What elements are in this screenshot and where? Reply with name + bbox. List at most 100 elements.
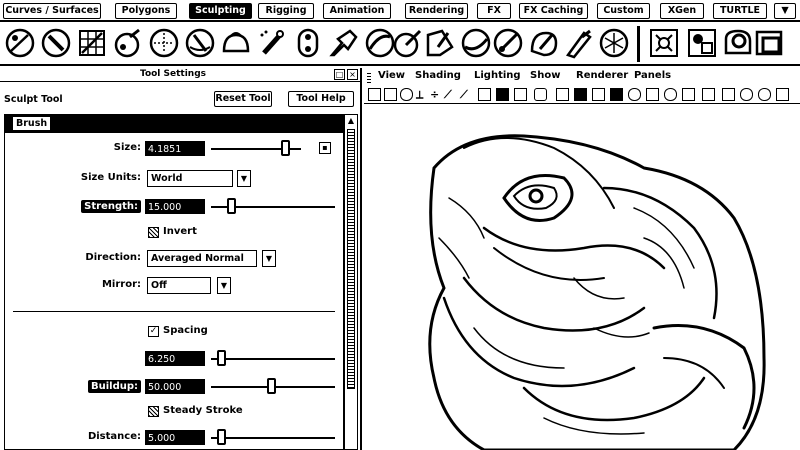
foamy-brush-icon[interactable] — [220, 27, 252, 59]
brush-section-header[interactable]: Brush — [5, 115, 343, 133]
safe-title-icon[interactable] — [534, 88, 547, 101]
smear-brush-icon[interactable] — [492, 27, 524, 59]
reset-tool-button[interactable]: Reset Tool — [214, 91, 272, 107]
use-all-lights-icon[interactable] — [628, 88, 641, 101]
motion-blur-icon[interactable] — [758, 88, 771, 101]
size-lock-icon[interactable]: ▪ — [319, 142, 331, 154]
wireframe-on-shaded-icon[interactable] — [592, 88, 605, 101]
wireframe-icon[interactable] — [556, 88, 569, 101]
spacing-slider-handle[interactable] — [217, 350, 226, 366]
imprint-brush-icon[interactable] — [328, 27, 360, 59]
isolate-select-icon[interactable] — [722, 88, 735, 101]
strength-slider-handle[interactable] — [227, 198, 236, 214]
float-icon[interactable]: □ — [334, 69, 345, 80]
buildup-field[interactable]: 50.000 — [145, 379, 205, 394]
spacing-field[interactable]: 6.250 — [145, 351, 205, 366]
direction-dropdown[interactable]: Averaged Normal — [147, 250, 257, 267]
amplify-brush-icon[interactable] — [564, 27, 596, 59]
sculpted-model[interactable] — [404, 128, 794, 450]
distance-field[interactable]: 5.000 — [145, 430, 205, 445]
anti-aliasing-icon[interactable] — [776, 88, 789, 101]
field-chart-icon[interactable] — [496, 88, 509, 101]
mask-tool-icon[interactable] — [686, 27, 718, 59]
tab-fx-caching[interactable]: FX Caching — [519, 3, 588, 19]
scroll-thumb[interactable] — [347, 129, 355, 389]
pinch-brush-icon[interactable] — [148, 27, 180, 59]
invert-checkbox[interactable] — [148, 227, 159, 238]
xray-joints-icon[interactable] — [682, 88, 695, 101]
size-label: Size: — [113, 142, 141, 153]
relax-brush-icon[interactable] — [76, 27, 108, 59]
scrape-brush-icon[interactable] — [392, 27, 424, 59]
spacing-checkbox[interactable]: ✓ — [148, 326, 159, 337]
image-plane-icon[interactable]: ⟂ — [416, 88, 429, 101]
menu-panels[interactable]: Panels — [634, 70, 671, 81]
direction-label: Direction: — [85, 252, 141, 263]
size-units-arrow-icon[interactable]: ▼ — [237, 170, 251, 187]
steady-stroke-checkbox[interactable] — [148, 406, 159, 417]
tab-fx[interactable]: FX — [477, 3, 511, 19]
distance-slider-track[interactable] — [211, 437, 335, 439]
tab-custom[interactable]: Custom — [597, 3, 650, 19]
safe-action-icon[interactable] — [514, 88, 527, 101]
tab-sculpting[interactable]: Sculpting — [189, 3, 252, 19]
menu-shading[interactable]: Shading — [415, 70, 461, 81]
size-units-label: Size Units: — [80, 172, 141, 183]
tab-xgen[interactable]: XGen — [660, 3, 704, 19]
grab-brush-icon[interactable] — [112, 27, 144, 59]
smooth-shade-icon[interactable] — [574, 88, 587, 101]
direction-arrow-icon[interactable]: ▼ — [262, 250, 276, 267]
tab-turtle[interactable]: TURTLE — [713, 3, 767, 19]
xray-icon[interactable] — [664, 88, 677, 101]
select-camera-icon[interactable] — [368, 88, 381, 101]
camera-attributes-icon[interactable] — [384, 88, 397, 101]
tool-help-button[interactable]: Tool Help — [288, 91, 354, 107]
smooth-brush-icon[interactable] — [40, 27, 72, 59]
scroll-up-icon[interactable]: ▲ — [346, 116, 356, 126]
spacing-slider-track[interactable] — [211, 358, 335, 360]
size-units-dropdown[interactable]: World — [147, 170, 233, 187]
bulge-brush-icon[interactable] — [528, 27, 560, 59]
shadows-icon[interactable] — [646, 88, 659, 101]
viewport-panel[interactable]: View Shading Lighting Show Renderer Pane… — [364, 68, 800, 450]
flatten-brush-icon[interactable] — [184, 27, 216, 59]
tab-rigging[interactable]: Rigging — [258, 3, 314, 19]
spray-brush-icon[interactable] — [256, 27, 288, 59]
freeze-brush-icon[interactable] — [598, 27, 630, 59]
panel-scrollbar[interactable]: ▲ — [344, 114, 358, 450]
film-gate-icon[interactable]: ⟋ — [444, 88, 457, 101]
size-field[interactable]: 4.1851 — [145, 141, 205, 156]
fill-brush-icon[interactable] — [424, 27, 456, 59]
mirror-dropdown[interactable]: Off — [147, 277, 211, 294]
shelf-menu-arrow[interactable]: ▼ — [774, 3, 796, 19]
screen-space-ao-icon[interactable] — [740, 88, 753, 101]
repeat-brush-icon[interactable] — [292, 27, 324, 59]
tab-animation[interactable]: Animation — [323, 3, 391, 19]
tab-rendering[interactable]: Rendering — [405, 3, 468, 19]
bookmark-icon[interactable] — [400, 88, 413, 101]
menu-renderer[interactable]: Renderer — [576, 70, 628, 81]
close-icon[interactable]: × — [347, 69, 358, 80]
panel-titlebar: Tool Settings □ × — [0, 68, 362, 82]
menu-show[interactable]: Show — [530, 70, 560, 81]
size-slider-handle[interactable] — [281, 140, 290, 156]
backface-culling-icon[interactable] — [702, 88, 715, 101]
menu-lighting[interactable]: Lighting — [474, 70, 521, 81]
tab-polygons[interactable]: Polygons — [115, 3, 177, 19]
unfreeze-tool-icon[interactable] — [722, 27, 754, 59]
strength-field[interactable]: 15.000 — [145, 199, 205, 214]
convert-to-frozen-icon[interactable] — [648, 27, 680, 59]
menu-view[interactable]: View — [378, 70, 405, 81]
gate-mask-icon[interactable] — [478, 88, 491, 101]
sculpt-brush-icon[interactable] — [4, 27, 36, 59]
distance-slider-handle[interactable] — [217, 429, 226, 445]
textured-icon[interactable] — [610, 88, 623, 101]
resolution-gate-icon[interactable]: ⟋ — [460, 88, 473, 101]
bake-tool-icon[interactable] — [754, 27, 786, 59]
tab-curves-surfaces[interactable]: Curves / Surfaces — [3, 3, 101, 19]
menu-grip-icon[interactable] — [367, 71, 371, 83]
grid-icon[interactable]: ÷ — [430, 88, 443, 101]
mirror-arrow-icon[interactable]: ▼ — [217, 277, 231, 294]
knife-brush-icon[interactable] — [460, 27, 492, 59]
buildup-slider-handle[interactable] — [267, 378, 276, 394]
